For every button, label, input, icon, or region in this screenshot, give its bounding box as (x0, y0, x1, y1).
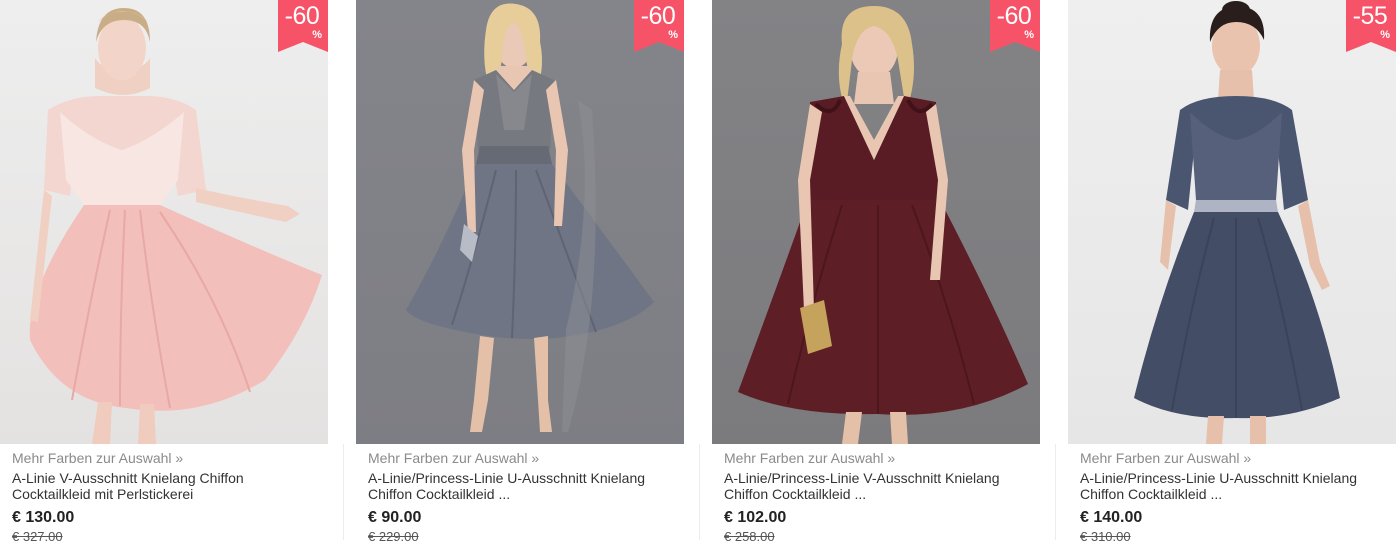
product-card[interactable]: -60 % Mehr Farben zur Auswahl » A-Linie/… (356, 0, 686, 544)
discount-percent: -55 (1352, 2, 1388, 30)
product-price: € 140.00 (1080, 509, 1143, 526)
burgundy-v-neck-dress-photo (738, 6, 1028, 444)
more-colors-link[interactable]: Mehr Farben zur Auswahl » (12, 450, 318, 467)
steel-grey-halter-dress-photo (406, 3, 654, 432)
card-divider (343, 444, 344, 540)
product-card[interactable]: -60 % Mehr Farben zur Auswahl » A-Linie … (0, 0, 330, 544)
product-image[interactable]: -60 % (0, 0, 328, 444)
product-price: € 90.00 (368, 509, 422, 526)
product-old-price: € 258.00 (724, 529, 775, 544)
product-price: € 102.00 (724, 509, 787, 526)
more-colors-link[interactable]: Mehr Farben zur Auswahl » (724, 450, 1030, 467)
product-image[interactable]: -60 % (356, 0, 684, 444)
product-name-link[interactable]: A-Linie/Princess-Linie V-Ausschnitt Knie… (724, 470, 1030, 503)
product-old-price: € 310.00 (1080, 529, 1131, 544)
discount-percent: -60 (640, 2, 676, 30)
card-divider (699, 444, 700, 540)
discount-unit: % (668, 29, 678, 41)
product-name-link[interactable]: A-Linie/Princess-Linie U-Ausschnitt Knie… (1080, 470, 1386, 503)
discount-percent: -60 (284, 2, 320, 30)
product-old-price: € 229.00 (368, 529, 419, 544)
product-card[interactable]: -55 % Mehr Farben zur Auswahl » A-Linie/… (1068, 0, 1398, 544)
navy-lace-dress-photo (1134, 1, 1340, 444)
pink-lace-dress-photo (29, 8, 322, 444)
card-divider (1055, 444, 1056, 540)
product-name-link[interactable]: A-Linie/Princess-Linie U-Ausschnitt Knie… (368, 470, 674, 503)
more-colors-link[interactable]: Mehr Farben zur Auswahl » (1080, 450, 1386, 467)
product-card[interactable]: -60 % Mehr Farben zur Auswahl » A-Linie/… (712, 0, 1042, 544)
product-image[interactable]: -60 % (712, 0, 1040, 444)
discount-badge: -55 % (1346, 0, 1396, 52)
product-image[interactable]: -55 % (1068, 0, 1396, 444)
product-old-price: € 327.00 (12, 529, 63, 544)
discount-badge: -60 % (634, 0, 684, 52)
discount-badge: -60 % (278, 0, 328, 52)
discount-unit: % (1380, 29, 1390, 41)
product-price: € 130.00 (12, 509, 75, 526)
discount-percent: -60 (996, 2, 1032, 30)
product-grid: -60 % Mehr Farben zur Auswahl » A-Linie … (0, 0, 1400, 544)
discount-badge: -60 % (990, 0, 1040, 52)
more-colors-link[interactable]: Mehr Farben zur Auswahl » (368, 450, 674, 467)
product-name-link[interactable]: A-Linie V-Ausschnitt Knielang Chiffon Co… (12, 470, 318, 503)
discount-unit: % (312, 29, 322, 41)
discount-unit: % (1024, 29, 1034, 41)
